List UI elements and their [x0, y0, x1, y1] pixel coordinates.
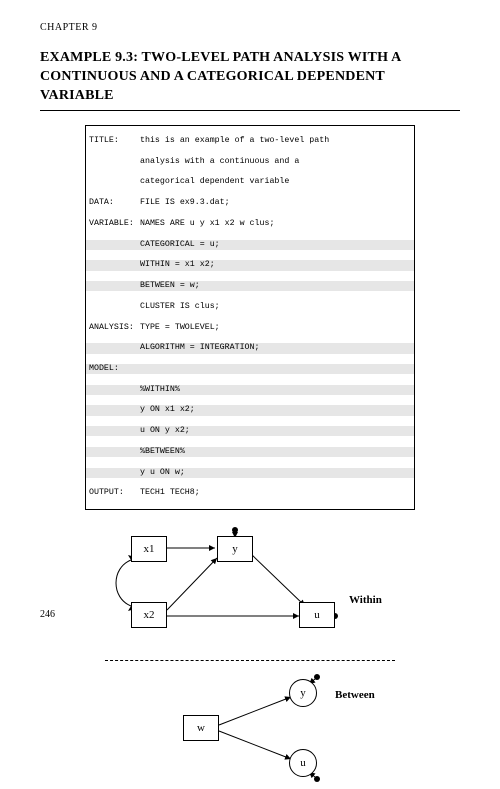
between-paths: [105, 669, 395, 789]
code-line: analysis with a continuous and a: [140, 157, 414, 167]
code-line: CLUSTER IS clus;: [140, 302, 414, 312]
code-line: this is an example of a two-level path: [140, 136, 414, 146]
code-line: %WITHIN%: [140, 385, 414, 395]
node-y: y: [217, 536, 253, 562]
code-line: y u ON w;: [140, 468, 414, 478]
code-kw-model: MODEL:: [86, 364, 140, 374]
code-kw-title: TITLE:: [86, 136, 140, 146]
code-line: %BETWEEN%: [140, 447, 414, 457]
page-number: 246: [40, 609, 55, 620]
code-line: y ON x1 x2;: [140, 405, 414, 415]
code-listing: TITLE:this is an example of a two-level …: [85, 125, 415, 510]
code-line: WITHIN = x1 x2;: [140, 260, 414, 270]
between-label: Between: [335, 689, 375, 701]
code-line: NAMES ARE u y x1 x2 w clus;: [140, 219, 414, 229]
code-line: u ON y x2;: [140, 426, 414, 436]
example-title: EXAMPLE 9.3: TWO-LEVEL PATH ANALYSIS WIT…: [40, 49, 460, 106]
code-kw-analysis: ANALYSIS:: [86, 323, 140, 333]
code-line: FILE IS ex9.3.dat;: [140, 198, 414, 208]
code-line: CATEGORICAL = u;: [140, 240, 414, 250]
level-separator: [105, 660, 395, 661]
within-diagram: x1 x2 y u Within: [105, 524, 395, 654]
code-line: TYPE = TWOLEVEL;: [140, 323, 414, 333]
node-x2: x2: [131, 602, 167, 628]
code-kw-data: DATA:: [86, 198, 140, 208]
code-line: TECH1 TECH8;: [140, 488, 414, 498]
code-kw-output: OUTPUT:: [86, 488, 140, 498]
code-kw-variable: VARIABLE:: [86, 219, 140, 229]
chapter-label: CHAPTER 9: [40, 22, 460, 33]
code-line: categorical dependent variable: [140, 177, 414, 187]
node-w: w: [183, 715, 219, 741]
node-y-between: y: [289, 679, 317, 707]
node-u: u: [299, 602, 335, 628]
within-label: Within: [349, 594, 382, 606]
node-u-between: u: [289, 749, 317, 777]
title-rule: [40, 110, 460, 111]
node-x1: x1: [131, 536, 167, 562]
code-line: BETWEEN = w;: [140, 281, 414, 291]
between-diagram: w y u Between: [105, 669, 395, 789]
code-line: ALGORITHM = INTEGRATION;: [140, 343, 414, 353]
